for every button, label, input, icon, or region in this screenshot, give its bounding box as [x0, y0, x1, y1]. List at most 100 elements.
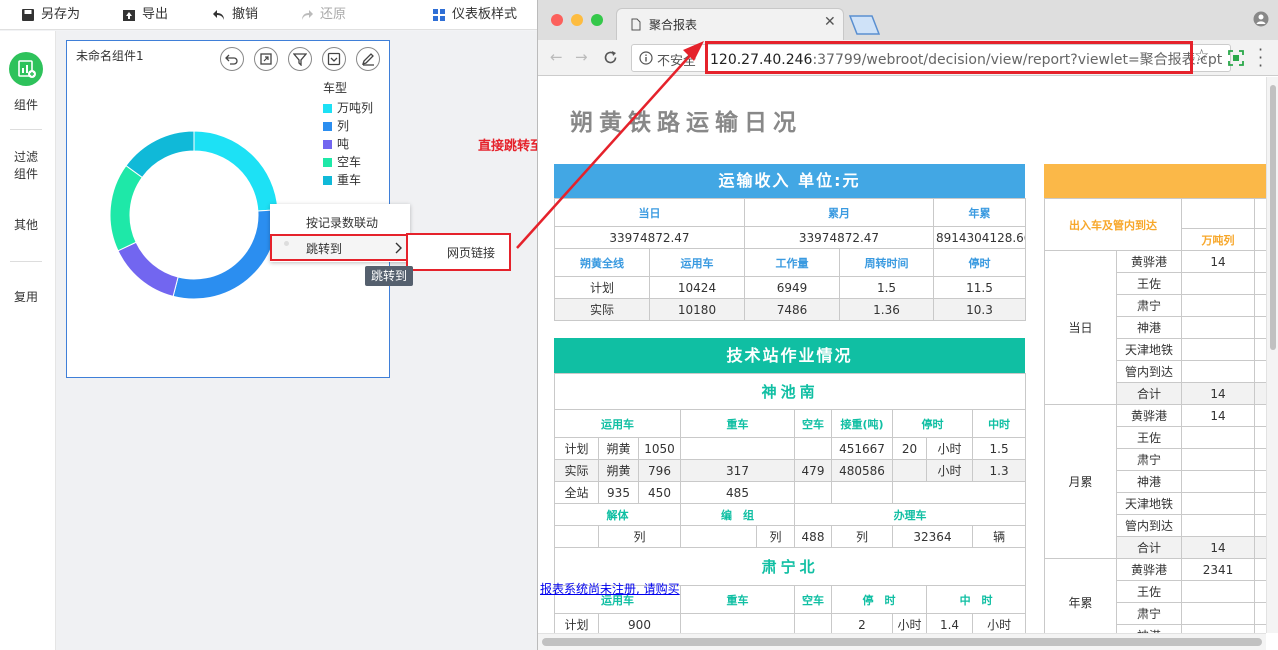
income-col: 累月 — [744, 198, 934, 227]
cell: 14 — [1181, 250, 1255, 273]
donut-slice[interactable] — [125, 130, 195, 179]
sidebar-item-components[interactable]: 组件 — [0, 97, 52, 114]
sidebar-item-reuse[interactable]: 复用 — [0, 289, 52, 306]
donut-slice[interactable] — [109, 164, 143, 252]
cell: 14 — [1181, 404, 1255, 427]
menu-kebab-icon[interactable]: · · · — [1258, 42, 1263, 74]
line-col: 停时 — [933, 248, 1026, 277]
reload-icon[interactable] — [603, 50, 618, 65]
menu-item-web-link[interactable]: 网页链接 — [447, 244, 495, 261]
save-as-label: 另存为 — [41, 7, 81, 22]
cell: 计划 — [554, 276, 650, 299]
legend-item[interactable]: 万吨列 — [323, 99, 373, 116]
cell: 列 — [598, 525, 681, 548]
add-component-button[interactable] — [9, 52, 43, 86]
menu-item-jump-to[interactable]: 跳转到 — [270, 234, 408, 261]
group-label: 当日 — [1044, 250, 1117, 405]
cell: 列 — [756, 525, 795, 548]
cell: 王佐 — [1116, 272, 1182, 295]
dashboard-style-button[interactable]: 仪表板样式 — [432, 0, 517, 30]
donut-slice[interactable] — [117, 241, 179, 297]
redo-button[interactable]: 还原 — [300, 0, 346, 30]
legend-label: 空车 — [337, 155, 362, 169]
donut-slice[interactable] — [172, 209, 279, 300]
cell — [794, 437, 832, 460]
cell — [1254, 536, 1266, 559]
legend-item[interactable]: 吨 — [323, 135, 349, 152]
cell: 全站 — [554, 481, 599, 504]
horizontal-scroll-thumb[interactable] — [542, 638, 1262, 646]
vertical-scroll-thumb[interactable] — [1270, 85, 1276, 350]
cell: 935 — [598, 481, 639, 504]
designer-toolbar: 另存为 导出 撤销 还原 仪表板样式 — [0, 0, 540, 30]
register-link[interactable]: 报表系统尚未注册, 请购买 — [540, 580, 680, 597]
sidebar-item-other[interactable]: 其他 — [0, 217, 52, 234]
cell: 合计 — [1116, 382, 1182, 405]
back-icon[interactable]: ← — [550, 48, 563, 66]
legend-swatch — [323, 104, 332, 113]
close-window-button[interactable] — [551, 14, 563, 26]
bookmark-star-icon[interactable]: ☆ — [1194, 46, 1209, 66]
new-tab-button[interactable] — [846, 14, 882, 36]
minimize-window-button[interactable] — [571, 14, 583, 26]
cell: 485 — [680, 481, 795, 504]
browser-tab[interactable]: 聚合报表 ✕ — [616, 8, 844, 40]
cell — [1181, 360, 1255, 383]
cell — [1181, 624, 1255, 633]
col-header: 解体 — [554, 503, 681, 526]
cell: 计划 — [554, 437, 599, 460]
cell — [1254, 228, 1266, 251]
legend-title: 车型 — [323, 81, 348, 95]
cell: 小时 — [926, 459, 973, 482]
report-page: 朔黄铁路运输日况 运输收入 单位:元 当日 累月 年累 33974872.47 339… — [538, 77, 1266, 633]
legend-item[interactable]: 列 — [323, 117, 349, 134]
income-header: 运输收入 单位:元 — [554, 164, 1025, 198]
cell: 1.3 — [971, 459, 1027, 482]
dashboard-style-icon — [433, 8, 445, 21]
cell: 列 — [831, 525, 893, 548]
tab-title: 聚合报表 — [649, 18, 698, 32]
forward-icon[interactable]: → — [575, 48, 588, 66]
add-component-icon — [18, 60, 36, 78]
export-button[interactable]: 导出 — [122, 0, 168, 30]
menu-item-record-linkage[interactable]: 按记录数联动 — [306, 214, 378, 231]
cell — [1181, 338, 1255, 361]
export-label: 导出 — [142, 7, 169, 22]
cell: 14 — [1181, 536, 1255, 559]
cell: 天津地铁 — [1116, 492, 1182, 515]
cell — [892, 459, 927, 482]
profile-icon[interactable] — [1253, 11, 1269, 27]
close-tab-icon[interactable]: ✕ — [824, 14, 836, 30]
horizontal-scrollbar[interactable] — [538, 633, 1266, 650]
app-root: 另存为 导出 撤销 还原 仪表板样式 组件 过滤组件 其他 复用 未命名组件1 — [0, 0, 1278, 650]
cell: 王佐 — [1116, 426, 1182, 449]
cell — [1181, 294, 1255, 317]
vertical-scrollbar[interactable] — [1266, 77, 1278, 633]
cell: 2 — [831, 613, 893, 633]
cell: 488 — [794, 525, 832, 548]
sidebar-divider — [10, 129, 42, 130]
cell: 王佐 — [1116, 580, 1182, 603]
cell — [1254, 492, 1266, 515]
cell: 小时 — [926, 437, 973, 460]
cell — [1254, 448, 1266, 471]
donut-slice[interactable] — [193, 130, 279, 212]
maximize-window-button[interactable] — [591, 14, 603, 26]
legend-item[interactable]: 重车 — [323, 171, 361, 188]
cell — [1254, 470, 1266, 493]
info-icon[interactable] — [639, 51, 653, 65]
cell — [1254, 404, 1266, 427]
undo-label: 撤销 — [232, 7, 259, 22]
cell — [1254, 602, 1266, 625]
menu-item-jump-label: 跳转到 — [306, 242, 343, 256]
group-label: 月累 — [1044, 404, 1117, 559]
cell: 管内到达 — [1116, 360, 1182, 383]
cell: 7486 — [744, 298, 840, 321]
legend-item[interactable]: 空车 — [323, 153, 361, 170]
screen-capture-icon[interactable] — [1228, 50, 1244, 66]
cell: 2341 — [1181, 558, 1255, 581]
undo-button[interactable]: 撤销 — [212, 0, 258, 30]
save-as-button[interactable]: 另存为 — [21, 0, 80, 30]
cell: 796 — [638, 459, 681, 482]
sidebar-item-filter-components[interactable]: 过滤 组件 — [0, 149, 52, 183]
